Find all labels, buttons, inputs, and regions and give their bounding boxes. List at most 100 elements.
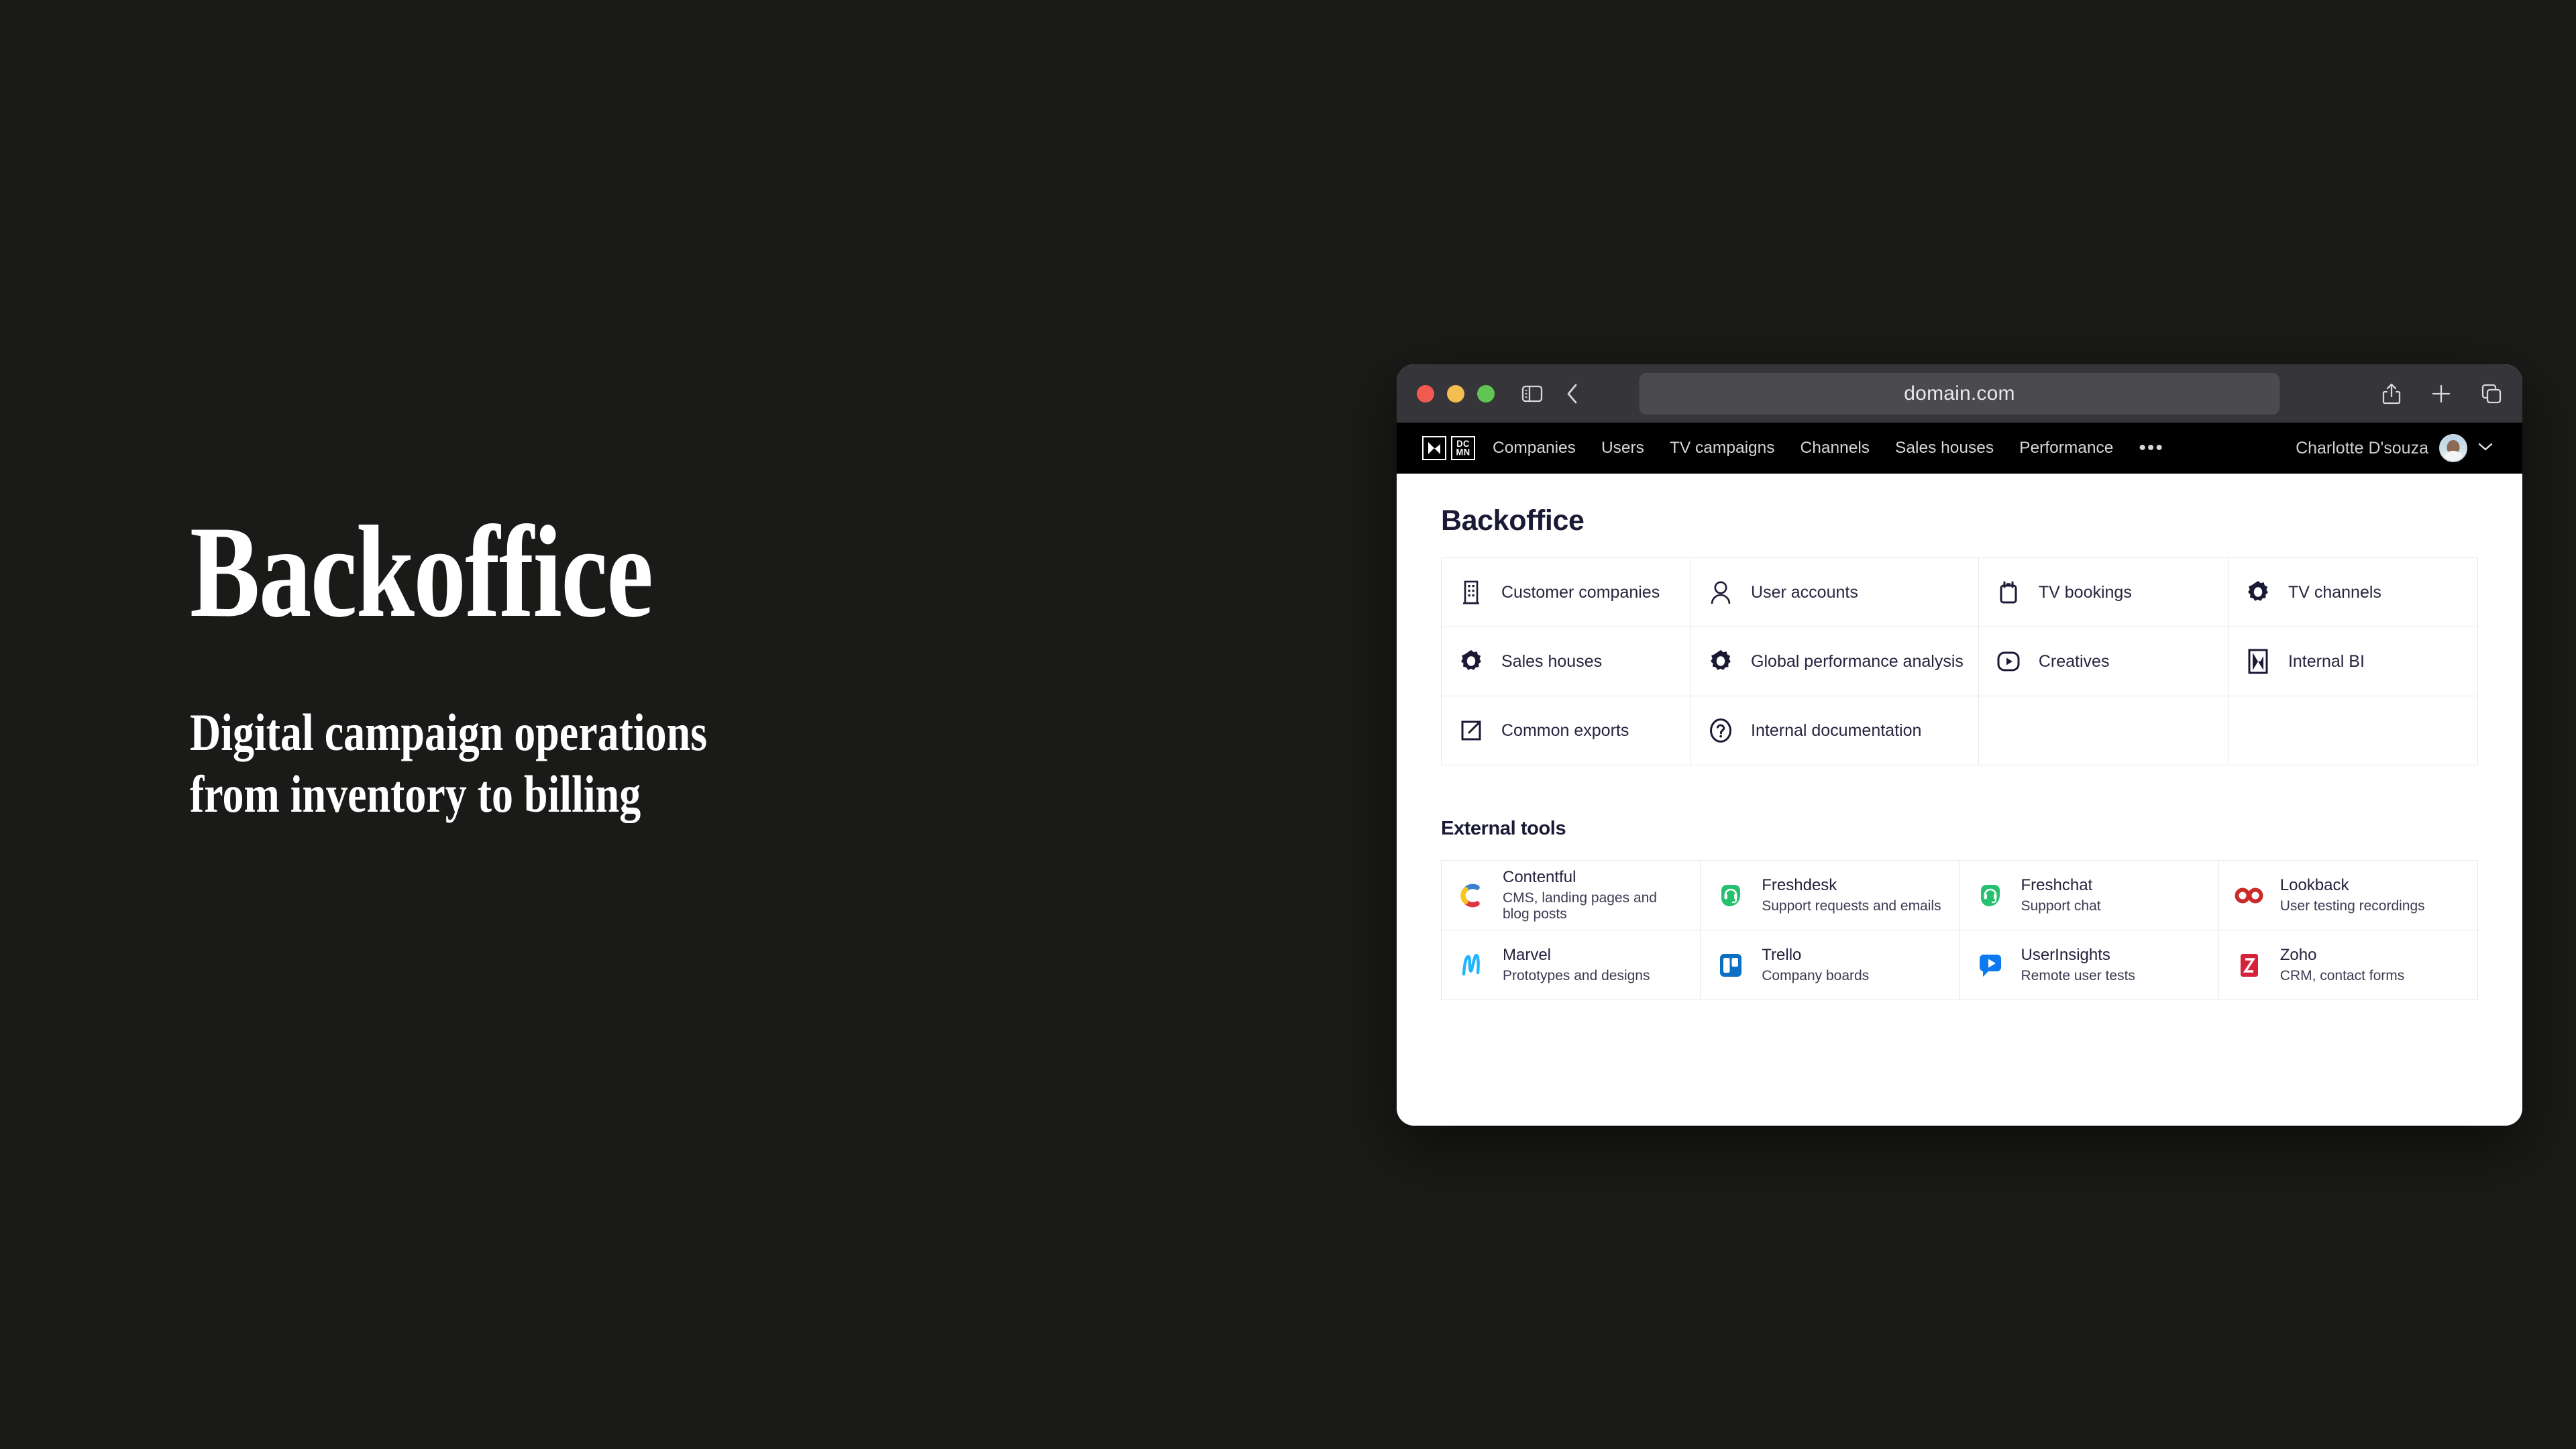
external-tool-desc: CRM, contact forms (2279, 968, 2405, 983)
avatar (2439, 434, 2467, 462)
user-name: Charlotte D'souza (2296, 438, 2428, 458)
external-tool-text: Trello Company boards (1762, 946, 1869, 984)
toolbar-right-actions (2381, 382, 2502, 405)
external-tool-desc: Remote user tests (2021, 968, 2135, 983)
tile-tv-channels[interactable]: TV channels (2228, 558, 2478, 627)
external-tool-desc: Support chat (2021, 898, 2101, 914)
tile-label: Common exports (1501, 720, 1629, 740)
person-icon (1706, 580, 1735, 604)
external-tool-freshdesk[interactable]: Freshdesk Support requests and emails (1701, 861, 1960, 930)
tile-label: Customer companies (1501, 582, 1660, 602)
external-tool-name: Freshdesk (1762, 876, 1837, 894)
tile-global-performance-analysis[interactable]: Global performance analysis (1691, 627, 1979, 696)
tile-sales-houses[interactable]: Sales houses (1442, 627, 1692, 696)
backoffice-tile-grid: Customer companies User accounts TV book… (1441, 557, 2478, 765)
url-text: domain.com (1904, 382, 2015, 405)
browser-toolbar: domain.com (1397, 364, 2522, 423)
lookback-logo (2234, 880, 2265, 911)
tile-customer-companies[interactable]: Customer companies (1442, 558, 1692, 627)
page-body: Backoffice Customer companies User accou… (1397, 474, 2522, 1126)
close-window-button[interactable] (1417, 384, 1434, 402)
tile-label: Creatives (2038, 651, 2110, 671)
external-tool-freshchat[interactable]: Freshchat Support chat (1960, 861, 2219, 930)
building-icon (1456, 580, 1486, 604)
external-tool-userinsights[interactable]: UserInsights Remote user tests (1960, 930, 2219, 1000)
plus-icon[interactable] (2431, 384, 2451, 404)
tile-empty-1 (1978, 696, 2229, 765)
brand-logo[interactable]: DC MN (1422, 436, 1475, 460)
tile-label: Sales houses (1501, 651, 1603, 671)
section-title-external-tools: External tools (1441, 818, 1566, 839)
external-tool-text: Lookback User testing recordings (2280, 876, 2425, 914)
tile-tv-bookings[interactable]: TV bookings (1978, 558, 2229, 627)
gear-icon (1706, 649, 1735, 674)
tile-label: Internal BI (2288, 651, 2365, 671)
external-tool-text: Marvel Prototypes and designs (1503, 946, 1650, 984)
external-tool-trello[interactable]: Trello Company boards (1701, 930, 1960, 1000)
external-tool-desc: Company boards (1762, 968, 1870, 983)
nav-item-users[interactable]: Users (1601, 439, 1644, 458)
page-title: Backoffice (190, 499, 653, 645)
tile-internal-bi[interactable]: Internal BI (2228, 627, 2478, 696)
external-tool-text: Zoho CRM, contact forms (2280, 946, 2405, 984)
tile-label: Internal documentation (1751, 720, 1922, 740)
external-tool-text: UserInsights Remote user tests (2021, 946, 2135, 984)
section-title-backoffice: Backoffice (1441, 504, 1585, 537)
freshchat-logo (1975, 880, 2006, 911)
external-tool-name: Marvel (1503, 946, 1552, 964)
external-tool-zoho[interactable]: Zoho CRM, contact forms (2218, 930, 2478, 1000)
contentful-logo (1456, 880, 1487, 911)
brand-letters: DC MN (1456, 438, 1470, 458)
back-chevron-icon[interactable] (1566, 383, 1579, 405)
external-tool-name: Trello (1762, 946, 1802, 964)
app-navbar: DC MN Companies Users TV campaigns Channe… (1397, 423, 2522, 474)
page-subtitle: Digital campaign operations from invento… (190, 703, 708, 824)
tile-label: TV channels (2288, 582, 2381, 602)
gear-icon (2243, 580, 2273, 604)
freshdesk-logo (1715, 880, 1746, 911)
play-icon (1994, 651, 2023, 672)
tile-common-exports[interactable]: Common exports (1442, 696, 1692, 765)
nav-item-performance[interactable]: Performance (2019, 439, 2113, 458)
chevron-down-icon[interactable] (2478, 442, 2493, 455)
external-tool-lookback[interactable]: Lookback User testing recordings (2218, 861, 2478, 930)
window-controls[interactable] (1417, 384, 1495, 402)
gear-icon (1456, 649, 1486, 674)
external-tool-contentful[interactable]: Contentful CMS, landing pages and blog p… (1442, 861, 1701, 930)
external-link-icon (1456, 719, 1486, 742)
question-circle-icon (1706, 718, 1735, 743)
brand-letters-box: DC MN (1451, 436, 1475, 460)
external-tools-grid: Contentful CMS, landing pages and blog p… (1441, 860, 2478, 1000)
nav-item-companies[interactable]: Companies (1493, 439, 1576, 458)
tab-overview-icon[interactable] (2481, 383, 2502, 405)
browser-window: domain.com DC MN Companies Users TV camp… (1397, 364, 2522, 1126)
nav-item-sales-houses[interactable]: Sales houses (1895, 439, 1994, 458)
external-tool-text: Freshchat Support chat (2021, 876, 2101, 914)
share-icon[interactable] (2381, 382, 2402, 405)
nav-overflow-icon[interactable]: ••• (2139, 438, 2164, 458)
address-bar[interactable]: domain.com (1639, 372, 2280, 415)
external-tool-desc: CMS, landing pages and blog posts (1503, 890, 1657, 922)
external-tool-marvel[interactable]: Marvel Prototypes and designs (1442, 930, 1701, 1000)
nav-item-tv-campaigns[interactable]: TV campaigns (1670, 439, 1775, 458)
external-tool-name: Contentful (1503, 868, 1576, 886)
tile-internal-documentation[interactable]: Internal documentation (1691, 696, 1979, 765)
external-tool-desc: User testing recordings (2279, 898, 2425, 914)
sidebar-icon[interactable] (1521, 384, 1543, 403)
tile-label: Global performance analysis (1751, 651, 1964, 671)
external-tool-name: UserInsights (2021, 946, 2110, 964)
external-tool-name: Zoho (2279, 946, 2317, 964)
external-tool-name: Freshchat (2021, 876, 2093, 894)
external-tool-name: Lookback (2279, 876, 2349, 894)
external-tool-text: Contentful CMS, landing pages and blog p… (1503, 868, 1685, 922)
tile-label: User accounts (1751, 582, 1858, 602)
nav-item-channels[interactable]: Channels (1801, 439, 1870, 458)
minimize-window-button[interactable] (1447, 384, 1464, 402)
tile-creatives[interactable]: Creatives (1978, 627, 2229, 696)
user-menu[interactable]: Charlotte D'souza (2296, 434, 2493, 462)
zoom-window-button[interactable] (1477, 384, 1495, 402)
hero-section: Backoffice Digital campaign operations f… (190, 499, 1236, 825)
tile-user-accounts[interactable]: User accounts (1691, 558, 1979, 627)
notepad-icon (1994, 580, 2023, 604)
tile-label: TV bookings (2038, 582, 2132, 602)
